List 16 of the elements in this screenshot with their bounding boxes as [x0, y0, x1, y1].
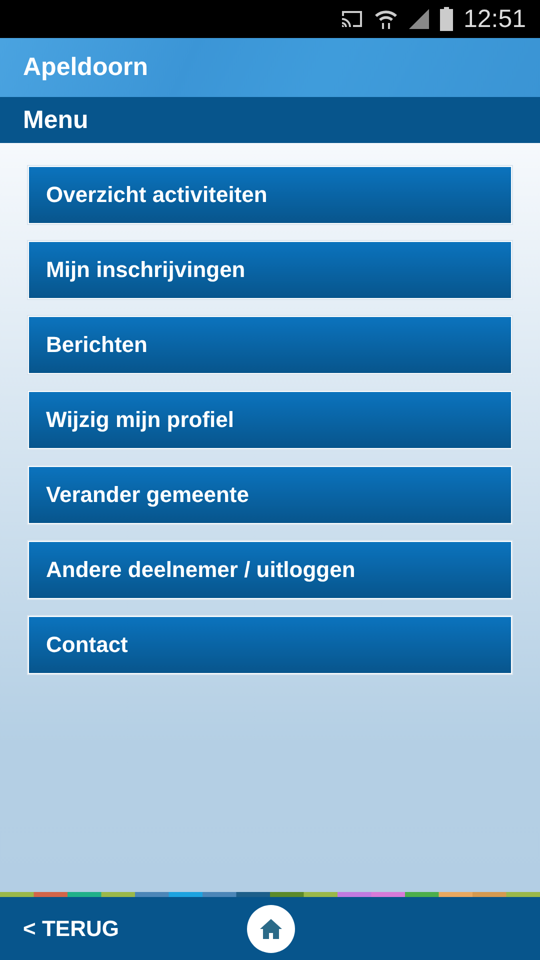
app-title: Apeldoorn	[23, 53, 148, 82]
status-time: 12:51	[463, 4, 526, 34]
menu-item[interactable]: Contact	[28, 616, 512, 674]
home-icon	[260, 919, 282, 939]
menu-item[interactable]: Wijzig mijn profiel	[28, 391, 512, 449]
menu-item[interactable]: Andere deelnemer / uitloggen	[28, 541, 512, 599]
menu-item[interactable]: Overzicht activiteiten	[28, 166, 512, 224]
menu-item[interactable]: Verander gemeente	[28, 466, 512, 524]
cast-icon	[340, 10, 364, 28]
home-button[interactable]	[247, 905, 295, 953]
back-button[interactable]: < TERUG	[0, 916, 119, 942]
battery-icon	[440, 7, 454, 31]
menu-item[interactable]: Mijn inschrijvingen	[28, 241, 512, 299]
section-title: Menu	[23, 106, 88, 134]
signal-icon	[408, 8, 430, 30]
menu-item[interactable]: Berichten	[28, 316, 512, 374]
